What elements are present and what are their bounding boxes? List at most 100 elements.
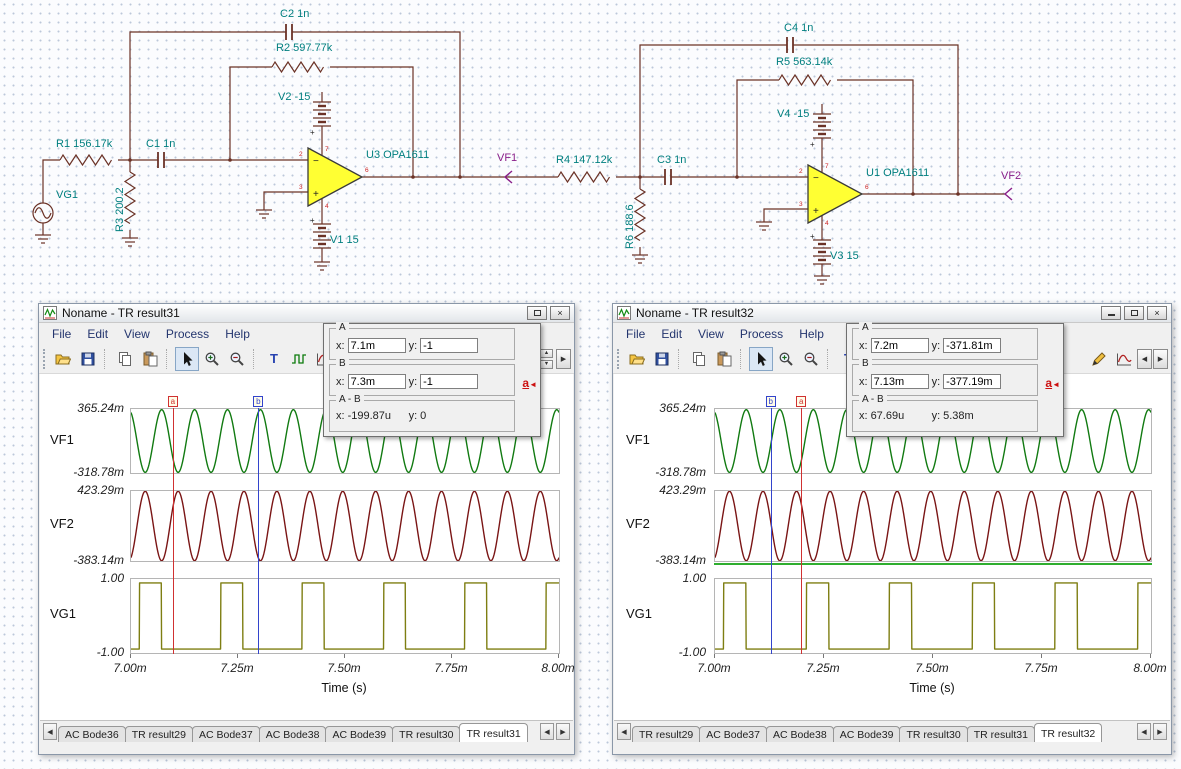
resistor-r1[interactable] bbox=[59, 154, 113, 166]
opamp-u1[interactable] bbox=[807, 164, 863, 224]
ground-symbol[interactable] bbox=[313, 261, 331, 271]
battery-v1[interactable] bbox=[311, 222, 333, 250]
tab-tr-result29[interactable]: TR result29 bbox=[124, 726, 193, 742]
label-r4[interactable]: R4 147.12k bbox=[556, 154, 613, 166]
resistor-r2[interactable] bbox=[271, 61, 325, 73]
cursor-a-y-input[interactable] bbox=[420, 338, 479, 353]
text-tool-button[interactable]: T bbox=[262, 347, 286, 371]
tab-ac-bode38[interactable]: AC Bode38 bbox=[766, 726, 834, 742]
label-v1[interactable]: V1 15 bbox=[330, 234, 359, 246]
close-button[interactable]: × bbox=[1147, 306, 1167, 320]
cursor-b-y-input[interactable] bbox=[420, 374, 479, 389]
cursor-a-flag[interactable]: a bbox=[796, 396, 807, 407]
cursor-a-x-input[interactable] bbox=[870, 338, 929, 353]
tabs-scroll-left-button-2[interactable]: ◀ bbox=[540, 723, 554, 740]
capacitor-c4[interactable] bbox=[786, 36, 794, 54]
label-u1[interactable]: U1 OPA1611 bbox=[866, 167, 929, 179]
tab-ac-bode36[interactable]: AC Bode36 bbox=[58, 726, 126, 742]
tab-tr-result31[interactable]: TR result31 bbox=[966, 726, 1035, 742]
resistor-r4[interactable] bbox=[557, 171, 611, 183]
menu-file[interactable]: File bbox=[619, 325, 652, 343]
save-button[interactable] bbox=[76, 347, 100, 371]
paste-button[interactable] bbox=[138, 347, 162, 371]
tab-tr-result29[interactable]: TR result29 bbox=[632, 726, 701, 742]
label-c4[interactable]: C4 1n bbox=[784, 22, 813, 34]
jump-to-cursor-a-button[interactable]: a◄ bbox=[522, 374, 537, 392]
tabs-scroll-right-button[interactable]: ▶ bbox=[556, 723, 570, 740]
pencil-tool-button[interactable] bbox=[1087, 347, 1111, 371]
resistor-r5[interactable] bbox=[778, 74, 832, 86]
capacitor-c2[interactable] bbox=[285, 23, 293, 41]
label-r6[interactable]: R6 188.6 bbox=[624, 204, 636, 249]
ground-symbol[interactable] bbox=[631, 254, 649, 264]
tabs-scroll-left-button[interactable]: ◀ bbox=[617, 723, 631, 740]
copy-button[interactable] bbox=[113, 347, 137, 371]
select-tool-button[interactable] bbox=[749, 346, 773, 371]
paste-button[interactable] bbox=[712, 347, 736, 371]
cursor-b-line[interactable] bbox=[258, 408, 260, 654]
label-r5[interactable]: R5 563.14k bbox=[776, 56, 833, 68]
maximize-button[interactable] bbox=[1124, 306, 1144, 320]
save-button[interactable] bbox=[650, 347, 674, 371]
toolbar-grip[interactable] bbox=[43, 348, 47, 369]
tab-tr-result31-active[interactable]: TR result31 bbox=[459, 723, 528, 742]
label-u3[interactable]: U3 OPA1611 bbox=[366, 149, 429, 161]
title-bar[interactable]: Noname - TR result32 × bbox=[613, 304, 1171, 323]
menu-file[interactable]: File bbox=[45, 325, 78, 343]
toolbar-grip[interactable] bbox=[617, 348, 621, 369]
menu-view[interactable]: View bbox=[691, 325, 731, 343]
menu-process[interactable]: Process bbox=[159, 325, 216, 343]
cursor-a-line[interactable] bbox=[801, 408, 803, 654]
resistor-r3[interactable] bbox=[124, 171, 136, 225]
prev-page-button[interactable]: ◀ bbox=[1137, 348, 1152, 369]
label-c1[interactable]: C1 1n bbox=[146, 138, 175, 150]
label-r1[interactable]: R1 156.17k bbox=[56, 138, 113, 150]
menu-edit[interactable]: Edit bbox=[654, 325, 689, 343]
circuit-schematic-canvas[interactable]: −+ C2 1n R2 597.77k V2 -15 R1 156.17k C1… bbox=[0, 0, 1181, 300]
tabs-scroll-right-button[interactable]: ▶ bbox=[1153, 723, 1167, 740]
cursor-b-flag[interactable]: b bbox=[765, 396, 776, 407]
ground-symbol[interactable] bbox=[121, 237, 139, 247]
spin-up-button[interactable]: ▲ bbox=[540, 348, 553, 358]
spin-down-button[interactable]: ▼ bbox=[540, 359, 553, 369]
resistor-r6[interactable] bbox=[634, 188, 646, 242]
ground-symbol[interactable] bbox=[34, 234, 52, 244]
signal-tool-button[interactable] bbox=[287, 347, 311, 371]
open-button[interactable] bbox=[51, 347, 75, 371]
label-vf2[interactable]: VF2 bbox=[1001, 170, 1021, 182]
menu-process[interactable]: Process bbox=[733, 325, 790, 343]
cursor-b-x-input[interactable] bbox=[870, 374, 929, 389]
tab-ac-bode39[interactable]: AC Bode39 bbox=[325, 726, 394, 742]
label-r2[interactable]: R2 597.77k bbox=[276, 42, 333, 54]
title-bar[interactable]: Noname - TR result31 × bbox=[39, 304, 574, 323]
cursor-measurement-panel[interactable]: A x: y: B x: y: a◄ A - B bbox=[846, 322, 1064, 437]
ground-symbol[interactable] bbox=[755, 221, 773, 231]
cursor-a-y-input[interactable] bbox=[943, 338, 1002, 353]
open-button[interactable] bbox=[625, 347, 649, 371]
capacitor-c1[interactable] bbox=[157, 151, 165, 169]
menu-view[interactable]: View bbox=[117, 325, 157, 343]
label-r3[interactable]: R3 200.2 bbox=[114, 187, 126, 232]
zoom-100-button[interactable] bbox=[799, 347, 823, 371]
label-v3[interactable]: V3 15 bbox=[830, 250, 859, 262]
cursor-b-y-input[interactable] bbox=[943, 374, 1002, 389]
cursor-a-flag[interactable]: a bbox=[167, 396, 178, 407]
cursor-measurement-panel[interactable]: A x: y: B x: y: a◄ A - B bbox=[323, 322, 541, 437]
tab-ac-bode39[interactable]: AC Bode39 bbox=[832, 726, 901, 742]
tabs-scroll-left-button[interactable]: ◀ bbox=[43, 723, 57, 740]
label-v4[interactable]: V4 -15 bbox=[777, 108, 809, 120]
jump-to-cursor-a-button[interactable]: a◄ bbox=[1045, 374, 1060, 392]
menu-edit[interactable]: Edit bbox=[80, 325, 115, 343]
select-tool-button[interactable] bbox=[175, 346, 199, 371]
copy-button[interactable] bbox=[687, 347, 711, 371]
cursor-b-x-input[interactable] bbox=[347, 374, 406, 389]
maximize-button[interactable] bbox=[527, 306, 547, 320]
voltage-generator-vg1[interactable] bbox=[32, 202, 54, 224]
cursor-a-line[interactable] bbox=[172, 408, 174, 654]
tab-ac-bode38[interactable]: AC Bode38 bbox=[258, 726, 327, 742]
minimize-button[interactable] bbox=[1101, 306, 1121, 320]
opamp-u3[interactable] bbox=[307, 147, 363, 207]
ground-symbol[interactable] bbox=[255, 209, 273, 219]
cursor-b-flag[interactable]: b bbox=[253, 396, 264, 407]
cursor-a-x-input[interactable] bbox=[347, 338, 406, 353]
